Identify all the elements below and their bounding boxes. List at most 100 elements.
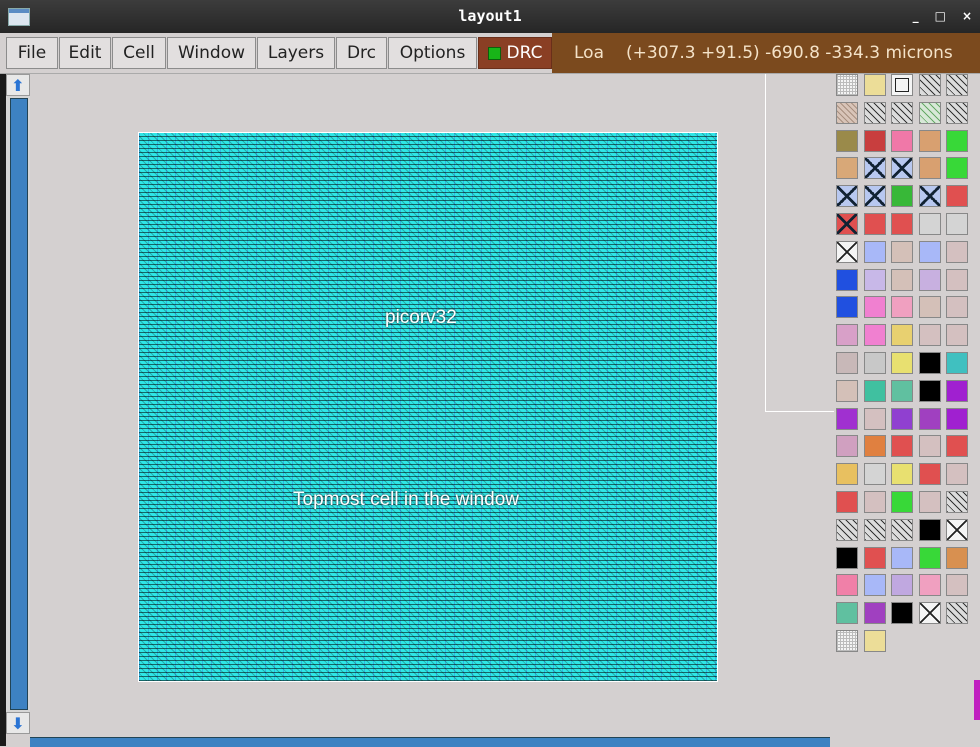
layer-swatch[interactable] bbox=[836, 463, 858, 486]
layer-swatch[interactable] bbox=[863, 352, 886, 374]
layer-swatch[interactable] bbox=[863, 407, 886, 430]
layer-swatch[interactable] bbox=[946, 74, 968, 96]
layer-swatch[interactable] bbox=[836, 491, 858, 513]
layer-swatch[interactable] bbox=[836, 74, 858, 96]
layer-swatch[interactable] bbox=[863, 602, 886, 625]
layer-swatch[interactable] bbox=[863, 324, 886, 347]
layer-swatch[interactable] bbox=[836, 602, 858, 625]
layer-swatch[interactable] bbox=[836, 324, 858, 347]
layer-swatch[interactable] bbox=[863, 74, 886, 96]
layer-swatch[interactable] bbox=[946, 574, 968, 597]
layer-swatch[interactable] bbox=[836, 240, 858, 263]
layer-swatch[interactable] bbox=[946, 407, 968, 430]
layer-swatch[interactable] bbox=[891, 268, 913, 291]
layer-swatch[interactable] bbox=[836, 185, 858, 208]
layer-swatch[interactable] bbox=[891, 213, 913, 235]
layer-swatch[interactable] bbox=[891, 546, 913, 569]
layer-swatch[interactable] bbox=[946, 602, 968, 625]
layer-swatch[interactable] bbox=[863, 379, 886, 402]
layer-swatch[interactable] bbox=[918, 379, 941, 402]
layer-swatch[interactable] bbox=[891, 574, 913, 597]
layer-swatch[interactable] bbox=[891, 324, 913, 347]
layer-swatch[interactable] bbox=[946, 324, 968, 347]
menu-edit[interactable]: Edit bbox=[59, 37, 111, 69]
layer-swatch[interactable] bbox=[918, 240, 941, 263]
layer-swatch[interactable] bbox=[863, 574, 886, 597]
layer-swatch[interactable] bbox=[863, 546, 886, 569]
menu-drc[interactable]: Drc bbox=[336, 37, 387, 69]
layer-swatch[interactable] bbox=[918, 324, 941, 347]
layer-swatch[interactable] bbox=[891, 518, 913, 541]
layer-swatch[interactable] bbox=[863, 518, 886, 541]
layer-swatch[interactable] bbox=[946, 296, 968, 319]
layer-swatch[interactable] bbox=[946, 240, 968, 263]
menu-layers[interactable]: Layers bbox=[257, 37, 335, 69]
layer-swatch[interactable] bbox=[918, 602, 941, 625]
scroll-up-icon[interactable]: ⬆ bbox=[6, 74, 30, 96]
layer-swatch[interactable] bbox=[946, 546, 968, 569]
menu-file[interactable]: File bbox=[6, 37, 58, 69]
layer-swatch[interactable] bbox=[863, 101, 886, 124]
vertical-scrollbar[interactable]: ⬆ ⬇ bbox=[6, 74, 30, 734]
layer-swatch[interactable] bbox=[891, 435, 913, 458]
layer-swatch[interactable] bbox=[891, 157, 913, 180]
layer-swatch[interactable] bbox=[836, 435, 858, 458]
layer-swatch[interactable] bbox=[946, 185, 968, 208]
layer-swatch[interactable] bbox=[836, 129, 858, 152]
layer-swatch[interactable] bbox=[891, 491, 913, 513]
layer-swatch[interactable] bbox=[918, 518, 941, 541]
layer-swatch[interactable] bbox=[836, 379, 858, 402]
layer-swatch[interactable] bbox=[863, 435, 886, 458]
layer-swatch[interactable] bbox=[836, 407, 858, 430]
layer-swatch[interactable] bbox=[863, 491, 886, 513]
layer-swatch[interactable] bbox=[918, 101, 941, 124]
scroll-down-icon[interactable]: ⬇ bbox=[6, 712, 30, 734]
layer-swatch[interactable] bbox=[836, 296, 858, 319]
layer-swatch[interactable] bbox=[891, 129, 913, 152]
layer-swatch[interactable] bbox=[891, 602, 913, 625]
layer-swatch[interactable] bbox=[918, 435, 941, 458]
minimize-icon[interactable]: _ bbox=[913, 9, 919, 23]
layer-swatch[interactable] bbox=[918, 157, 941, 180]
layer-swatch[interactable] bbox=[946, 435, 968, 458]
layer-swatch[interactable] bbox=[863, 296, 886, 319]
layer-swatch[interactable] bbox=[863, 240, 886, 263]
layer-swatch[interactable] bbox=[918, 546, 941, 569]
layer-swatch[interactable] bbox=[918, 74, 941, 96]
layer-swatch[interactable] bbox=[918, 213, 941, 235]
layer-swatch[interactable] bbox=[891, 240, 913, 263]
vertical-scroll-thumb[interactable] bbox=[10, 98, 28, 710]
layer-swatch[interactable] bbox=[918, 407, 941, 430]
layer-swatch[interactable] bbox=[946, 352, 968, 374]
layer-swatch[interactable] bbox=[891, 101, 913, 124]
layer-swatch[interactable] bbox=[891, 185, 913, 208]
layer-swatch[interactable] bbox=[863, 630, 886, 652]
layer-swatch[interactable] bbox=[836, 574, 858, 597]
layer-swatch[interactable] bbox=[863, 129, 886, 152]
layer-swatch[interactable] bbox=[946, 491, 968, 513]
layer-swatch[interactable] bbox=[946, 157, 968, 180]
layer-swatch[interactable] bbox=[863, 268, 886, 291]
layer-swatch[interactable] bbox=[891, 463, 913, 486]
layer-swatch[interactable] bbox=[836, 157, 858, 180]
layer-swatch[interactable] bbox=[918, 185, 941, 208]
layer-swatch[interactable] bbox=[918, 352, 941, 374]
layer-swatch[interactable] bbox=[918, 129, 941, 152]
layer-swatch[interactable] bbox=[946, 379, 968, 402]
drc-toggle-button[interactable]: DRC bbox=[478, 37, 552, 69]
layer-swatch[interactable] bbox=[836, 352, 858, 374]
layer-swatch[interactable] bbox=[863, 185, 886, 208]
layer-swatch[interactable] bbox=[918, 574, 941, 597]
menu-options[interactable]: Options bbox=[388, 37, 477, 69]
layer-swatch[interactable] bbox=[918, 296, 941, 319]
layer-swatch[interactable] bbox=[891, 296, 913, 319]
layer-swatch[interactable] bbox=[863, 157, 886, 180]
layer-swatch[interactable] bbox=[946, 268, 968, 291]
layer-swatch[interactable] bbox=[946, 463, 968, 486]
layer-swatch[interactable] bbox=[836, 630, 858, 652]
maximize-icon[interactable]: □ bbox=[935, 9, 946, 23]
layer-swatch[interactable] bbox=[863, 463, 886, 486]
menu-cell[interactable]: Cell bbox=[112, 37, 166, 69]
cell-layout[interactable]: picorv32 Topmost cell in the window bbox=[138, 132, 718, 682]
layer-swatch[interactable] bbox=[918, 463, 941, 486]
